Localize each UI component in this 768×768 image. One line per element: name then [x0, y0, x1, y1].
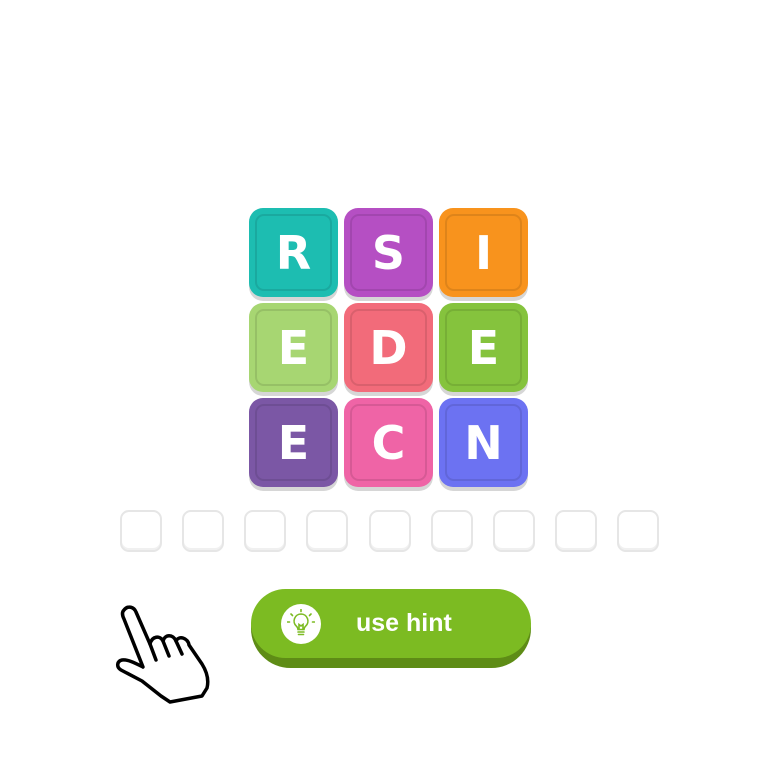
letter-tile-s[interactable]: S: [344, 208, 433, 297]
letter-tile-c[interactable]: C: [344, 398, 433, 487]
answer-slot[interactable]: [244, 510, 286, 552]
tile-letter: E: [277, 320, 310, 375]
letter-tile-i[interactable]: I: [439, 208, 528, 297]
tile-letter: C: [371, 415, 406, 470]
tile-letter: S: [371, 225, 406, 280]
answer-slot[interactable]: [617, 510, 659, 552]
tile-letter: R: [275, 225, 312, 280]
answer-slot[interactable]: [120, 510, 162, 552]
answer-slot[interactable]: [555, 510, 597, 552]
letter-tile-e[interactable]: E: [249, 303, 338, 392]
letter-tile-d[interactable]: D: [344, 303, 433, 392]
answer-slot[interactable]: [493, 510, 535, 552]
letter-tile-r[interactable]: R: [249, 208, 338, 297]
pointing-hand-icon: [112, 604, 218, 706]
tile-letter: I: [474, 225, 493, 280]
answer-slot[interactable]: [306, 510, 348, 552]
answer-slots: [120, 510, 660, 554]
letter-grid: R S I E D E E C N: [249, 208, 528, 487]
tile-letter: D: [369, 320, 408, 375]
answer-slot[interactable]: [431, 510, 473, 552]
letter-tile-n[interactable]: N: [439, 398, 528, 487]
tile-letter: E: [277, 415, 310, 470]
answer-slot[interactable]: [369, 510, 411, 552]
tile-letter: N: [464, 415, 503, 470]
tile-letter: E: [467, 320, 500, 375]
letter-tile-e[interactable]: E: [439, 303, 528, 392]
lightbulb-icon: [281, 604, 321, 644]
letter-tile-e[interactable]: E: [249, 398, 338, 487]
answer-slot[interactable]: [182, 510, 224, 552]
use-hint-label: use hint: [356, 609, 452, 637]
use-hint-button[interactable]: use hint: [251, 589, 531, 668]
use-hint-button-face: use hint: [251, 589, 531, 658]
